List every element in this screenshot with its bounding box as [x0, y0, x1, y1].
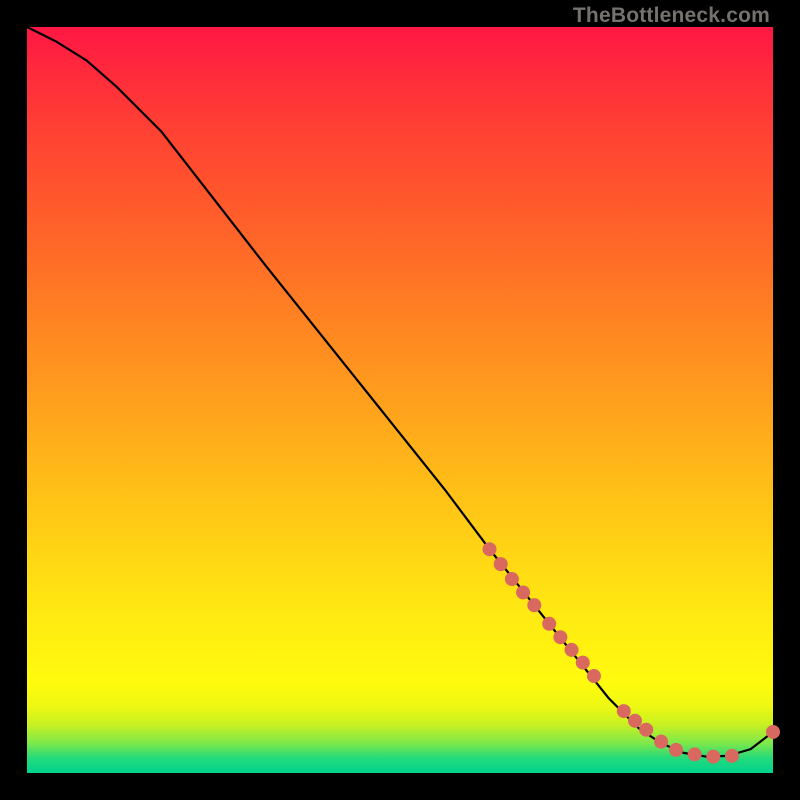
chart-overlay: [27, 27, 773, 773]
marker-dot: [553, 630, 567, 644]
marker-dot: [654, 735, 668, 749]
marker-dot: [725, 749, 739, 763]
chart-stage: TheBottleneck.com: [0, 0, 800, 800]
marker-group: [483, 542, 780, 763]
marker-dot: [688, 747, 702, 761]
marker-dot: [628, 714, 642, 728]
marker-dot: [505, 572, 519, 586]
marker-dot: [706, 750, 720, 764]
marker-dot: [565, 643, 579, 657]
marker-dot: [494, 557, 508, 571]
marker-dot: [516, 585, 530, 599]
marker-dot: [542, 617, 556, 631]
marker-dot: [639, 723, 653, 737]
marker-dot: [617, 704, 631, 718]
marker-dot: [587, 669, 601, 683]
curve-line: [27, 27, 773, 757]
watermark-text: TheBottleneck.com: [573, 4, 770, 28]
marker-dot: [527, 598, 541, 612]
marker-dot: [669, 743, 683, 757]
marker-dot: [576, 656, 590, 670]
marker-dot: [766, 725, 780, 739]
marker-dot: [483, 542, 497, 556]
